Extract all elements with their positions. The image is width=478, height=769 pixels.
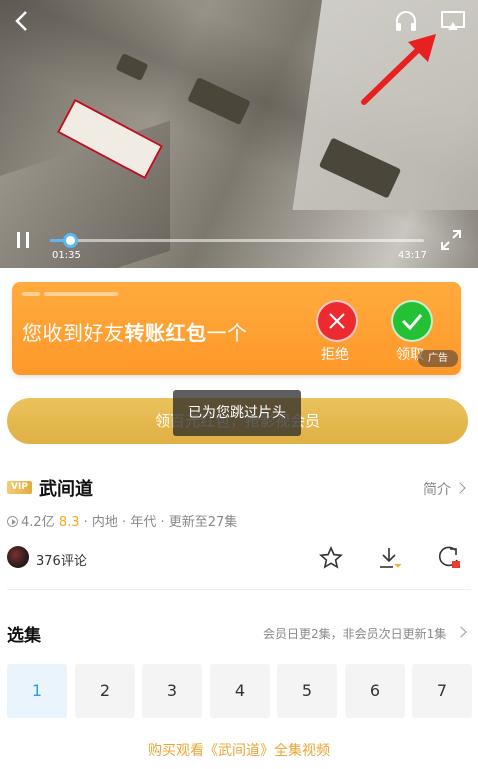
avatar[interactable] bbox=[7, 546, 29, 568]
ad-tag: 广告 bbox=[418, 350, 458, 367]
ad-message: 您收到好友转账红包一个 bbox=[22, 321, 248, 345]
ad-decor-bar bbox=[44, 292, 118, 296]
buy-full-series-link[interactable]: 购买观看《武间道》全集视频 bbox=[0, 740, 478, 760]
view-count: 4.2亿 bbox=[21, 515, 55, 530]
headphones-icon[interactable] bbox=[393, 8, 419, 34]
video-player[interactable]: 01:35 43:17 bbox=[0, 0, 478, 268]
progress-track[interactable] bbox=[50, 239, 424, 242]
reject-label[interactable]: 拒绝 bbox=[321, 344, 349, 364]
update-note[interactable]: 会员日更2集，非会员次日更新1集 bbox=[263, 625, 446, 642]
chevron-right-icon bbox=[455, 626, 467, 638]
red-arrow-annotation bbox=[361, 34, 436, 105]
divider bbox=[7, 589, 471, 590]
accept-button[interactable] bbox=[391, 300, 433, 342]
comment-count[interactable]: 376评论 bbox=[36, 550, 87, 569]
score: 8.3 bbox=[58, 515, 80, 530]
share-icon[interactable] bbox=[437, 546, 461, 570]
skip-intro-toast: 已为您跳过片头 bbox=[173, 390, 301, 436]
episodes-title: 选集 bbox=[7, 626, 41, 646]
ad-decor-bar bbox=[22, 292, 40, 296]
episode-button[interactable]: 7 bbox=[412, 664, 472, 718]
duration: 43:17 bbox=[398, 250, 427, 261]
download-icon[interactable] bbox=[378, 546, 402, 570]
show-meta: 4.2亿 8.3 · 内地 · 年代 · 更新至27集 bbox=[7, 511, 237, 530]
check-icon bbox=[401, 314, 423, 331]
episode-button[interactable]: 1 bbox=[7, 664, 67, 718]
chevron-right-icon bbox=[454, 482, 466, 494]
vip-badge: VIP bbox=[7, 481, 32, 494]
star-icon[interactable] bbox=[319, 546, 343, 570]
episode-button[interactable]: 3 bbox=[142, 664, 202, 718]
episode-button[interactable]: 6 bbox=[345, 664, 405, 718]
progress-handle[interactable] bbox=[63, 233, 78, 248]
play-count-icon bbox=[7, 516, 18, 527]
intro-link[interactable]: 简介 bbox=[423, 479, 451, 499]
back-arrow-icon[interactable] bbox=[10, 8, 36, 34]
reject-button[interactable] bbox=[316, 300, 358, 342]
pause-icon[interactable] bbox=[14, 230, 34, 250]
close-icon bbox=[329, 313, 345, 329]
meta-details: · 内地 · 年代 · 更新至27集 bbox=[83, 515, 238, 530]
red-packet-ad[interactable]: 您收到好友转账红包一个 拒绝 领取 广告 bbox=[12, 282, 461, 375]
show-title: 武间道 bbox=[39, 479, 93, 500]
episode-button[interactable]: 2 bbox=[75, 664, 135, 718]
current-time: 01:35 bbox=[52, 250, 81, 261]
cast-screen-icon[interactable] bbox=[440, 8, 466, 34]
fullscreen-icon[interactable] bbox=[440, 229, 462, 251]
episode-button[interactable]: 5 bbox=[277, 664, 337, 718]
episode-button[interactable]: 4 bbox=[210, 664, 270, 718]
